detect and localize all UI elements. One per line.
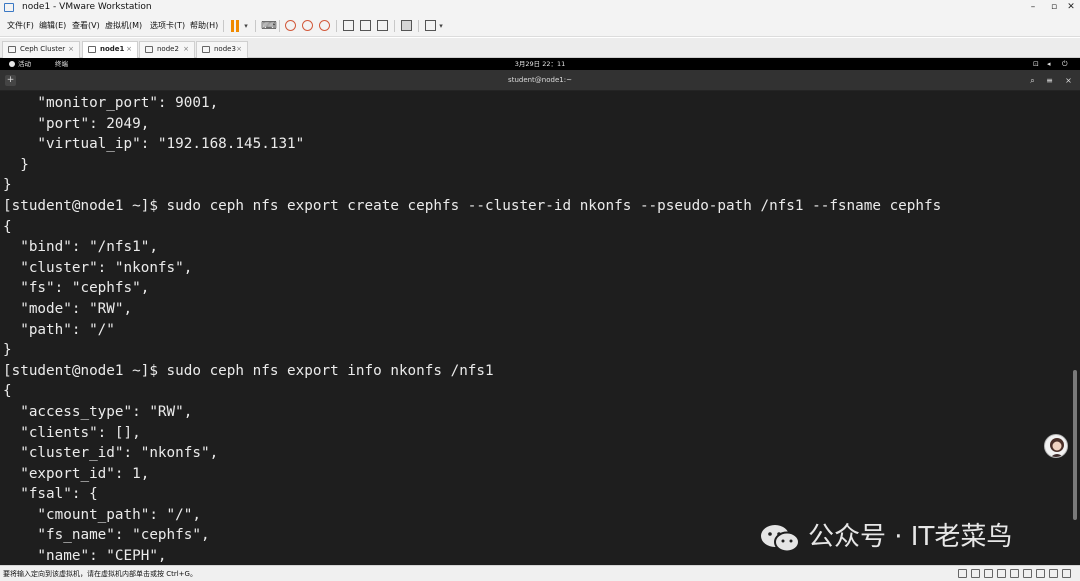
vm-icon xyxy=(88,46,96,53)
tab-label: Ceph Cluster xyxy=(20,45,66,53)
terminal-line: "access_type": "RW", xyxy=(3,403,193,420)
full-screen-status-icon[interactable] xyxy=(1062,569,1071,578)
tab-node3[interactable]: node3 × xyxy=(196,41,248,58)
snapshot-manager-icon[interactable] xyxy=(319,20,330,31)
status-text: 要将输入定向到该虚拟机，请在虚拟机内部单击或按 Ctrl+G。 xyxy=(3,570,197,578)
power-icon[interactable]: ⏻ xyxy=(1062,60,1068,68)
terminal-view-icon[interactable] xyxy=(401,20,412,31)
library-view-icon[interactable] xyxy=(343,20,354,31)
wechat-logo-icon xyxy=(761,525,800,552)
toolbar-divider xyxy=(394,20,395,32)
folder-icon xyxy=(8,46,16,53)
menu-toolbar: 文件(F) 编辑(E) 查看(V) 虚拟机(M) 选项卡(T) 帮助(H) ▾ … xyxy=(0,15,1080,37)
vm-tab-bar: Ceph Cluster × node1 × node2 × node3 × xyxy=(0,38,1080,58)
terminal-output[interactable]: "monitor_port": 9001, "port": 2049, "vir… xyxy=(0,91,1080,565)
terminal-line: "path": "/" xyxy=(3,321,115,338)
terminal-line: "fsal": { xyxy=(3,486,98,503)
chevron-down-icon[interactable]: ▾ xyxy=(437,19,445,33)
vm-icon xyxy=(202,46,210,53)
sound-card-icon[interactable] xyxy=(1010,569,1019,578)
tab-node1[interactable]: node1 × xyxy=(82,41,138,58)
terminal-line: { xyxy=(3,383,12,400)
terminal-text: "monitor_port": 9001, "port": 2049, "vir… xyxy=(3,93,1068,565)
terminal-line: "export_id": 1, xyxy=(3,465,150,482)
tab-ceph-cluster[interactable]: Ceph Cluster × xyxy=(2,41,80,58)
menu-edit[interactable]: 编辑(E) xyxy=(39,21,66,31)
menu-view[interactable]: 查看(V) xyxy=(72,21,100,31)
terminal-line: "clients": [], xyxy=(3,424,141,441)
terminal-line: [student@node1 ~]$ sudo ceph nfs export … xyxy=(3,197,942,214)
hard-disk-icon[interactable] xyxy=(958,569,967,578)
menu-icon[interactable]: ≡ xyxy=(1043,74,1056,87)
toolbar-divider xyxy=(418,20,419,32)
fullscreen-icon[interactable] xyxy=(425,20,436,31)
terminal-line: "cluster": "nkonfs", xyxy=(3,259,193,276)
close-window-button[interactable]: ✕ xyxy=(1062,0,1080,15)
status-bar: 要将输入定向到该虚拟机，请在虚拟机内部单击或按 Ctrl+G。 xyxy=(0,565,1080,581)
revert-snapshot-icon[interactable] xyxy=(302,20,313,31)
watermark-text: 公众号 · IT老菜鸟 xyxy=(808,522,1013,552)
toolbar-divider xyxy=(336,20,337,32)
tab-node2[interactable]: node2 × xyxy=(139,41,195,58)
maximize-button[interactable]: ▫ xyxy=(1045,0,1063,15)
close-icon[interactable]: × xyxy=(1062,74,1075,87)
avatar[interactable] xyxy=(1044,434,1068,458)
usb-icon[interactable] xyxy=(997,569,1006,578)
terminal-line: } xyxy=(3,342,12,359)
vm-icon xyxy=(145,46,153,53)
close-tab-icon[interactable]: × xyxy=(183,42,189,57)
terminal-line: } xyxy=(3,177,12,194)
clock[interactable]: 3月29日 22：11 xyxy=(0,58,1080,70)
terminal-line: } xyxy=(3,156,29,173)
terminal-line: { xyxy=(3,218,12,235)
close-tab-icon[interactable]: × xyxy=(236,42,242,57)
tab-label: node1 xyxy=(100,45,125,53)
display-icon[interactable] xyxy=(1036,569,1045,578)
gnome-top-bar: 活动 终端 3月29日 22：11 ⊡ ◂ ⏻ xyxy=(0,58,1080,70)
console-view-icon[interactable] xyxy=(377,20,388,31)
menu-help[interactable]: 帮助(H) xyxy=(190,21,218,31)
chevron-down-icon[interactable]: ▾ xyxy=(242,19,250,33)
cd-drive-icon[interactable] xyxy=(971,569,980,578)
terminal-line: [student@node1 ~]$ sudo ceph nfs export … xyxy=(3,362,494,379)
menu-vm[interactable]: 虚拟机(M) xyxy=(105,21,142,31)
toolbar-divider xyxy=(279,20,280,32)
terminal-line: "monitor_port": 9001, xyxy=(3,95,219,111)
toolbar-divider xyxy=(255,20,256,32)
vmware-logo-icon xyxy=(4,3,14,12)
scrollbar-thumb[interactable] xyxy=(1073,370,1077,520)
title-bar: node1 - VMware Workstation – ▫ ✕ xyxy=(0,0,1080,15)
terminal-line: "port": 2049, xyxy=(3,115,150,132)
tab-label: node2 xyxy=(157,45,179,53)
network-adapter-icon[interactable] xyxy=(984,569,993,578)
toolbar-divider xyxy=(223,20,224,32)
window-title: node1 - VMware Workstation xyxy=(22,2,152,12)
menu-tabs[interactable]: 选项卡(T) xyxy=(150,21,185,31)
terminal-title: student@node1:~ xyxy=(508,76,572,84)
menu-file[interactable]: 文件(F) xyxy=(7,21,34,31)
close-tab-icon[interactable]: × xyxy=(68,42,74,57)
message-icon[interactable] xyxy=(1049,569,1058,578)
terminal-line: "mode": "RW", xyxy=(3,300,133,317)
tab-label: node3 xyxy=(214,45,236,53)
minimize-button[interactable]: – xyxy=(1024,0,1042,15)
volume-icon[interactable]: ◂ xyxy=(1047,60,1051,68)
snapshot-icon[interactable] xyxy=(285,20,296,31)
terminal-line: "bind": "/nfs1", xyxy=(3,239,158,256)
printer-icon[interactable] xyxy=(1023,569,1032,578)
send-keys-icon[interactable]: ⌨ xyxy=(261,19,277,33)
terminal-line: "fs": "cephfs", xyxy=(3,280,150,297)
thumbnail-view-icon[interactable] xyxy=(360,20,371,31)
terminal-header: + student@node1:~ ⌕ ≡ × xyxy=(0,70,1080,91)
terminal-line: "virtual_ip": "192.168.145.131" xyxy=(3,136,305,153)
close-tab-icon[interactable]: × xyxy=(126,42,132,57)
terminal-line: "cluster_id": "nkonfs", xyxy=(3,445,219,462)
network-icon[interactable]: ⊡ xyxy=(1033,60,1039,68)
search-icon[interactable]: ⌕ xyxy=(1026,74,1039,87)
